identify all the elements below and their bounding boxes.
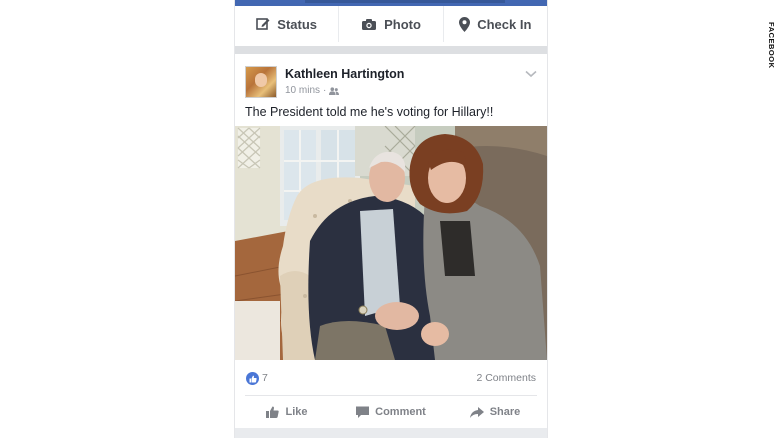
chevron-down-icon[interactable] <box>525 70 537 78</box>
camera-icon <box>362 18 377 30</box>
like-button[interactable]: Like <box>235 400 339 424</box>
like-reaction-icon[interactable] <box>246 372 259 385</box>
feed-separator-bottom <box>235 428 547 438</box>
status-button[interactable]: Status <box>235 6 338 42</box>
share-icon <box>469 406 484 418</box>
friends-icon <box>329 86 340 95</box>
likes-count[interactable]: 7 <box>262 372 268 384</box>
thumbs-up-icon <box>266 406 280 418</box>
check-in-label: Check In <box>477 16 532 32</box>
avatar[interactable] <box>245 66 277 98</box>
share-button[interactable]: Share <box>443 400 547 424</box>
comment-label: Comment <box>375 406 426 418</box>
composer-bar: Status Photo Check In <box>235 6 547 42</box>
post-photo[interactable] <box>235 126 547 360</box>
author-name[interactable]: Kathleen Hartington <box>285 67 404 81</box>
facebook-mobile-screen: Status Photo Check In Kathleen Hartingto… <box>234 0 548 438</box>
location-pin-icon <box>459 16 471 32</box>
source-watermark: FACEBOOK <box>767 22 776 69</box>
post-meta: 10 mins · <box>285 85 340 96</box>
post-timestamp[interactable]: 10 mins <box>285 85 320 96</box>
status-label: Status <box>277 16 318 32</box>
share-label: Share <box>489 406 521 418</box>
thumbs-up-icon <box>249 375 257 382</box>
photo-label: Photo <box>384 16 421 32</box>
post-text: The President told me he's voting for Hi… <box>245 105 494 119</box>
post-header: Kathleen Hartington 10 mins · The Presid… <box>235 56 547 126</box>
actions-divider <box>245 395 537 396</box>
like-label: Like <box>285 406 308 418</box>
post-stats: 7 2 Comments <box>235 368 547 390</box>
check-in-button[interactable]: Check In <box>442 6 547 42</box>
photo-button[interactable]: Photo <box>338 6 442 42</box>
comment-icon <box>356 406 370 418</box>
photo-image <box>235 126 547 360</box>
comments-count[interactable]: 2 Comments <box>476 372 536 384</box>
feed-separator <box>235 46 547 54</box>
post-actions: Like Comment Share <box>235 400 547 424</box>
comment-button[interactable]: Comment <box>339 400 443 424</box>
edit-icon <box>256 18 270 30</box>
